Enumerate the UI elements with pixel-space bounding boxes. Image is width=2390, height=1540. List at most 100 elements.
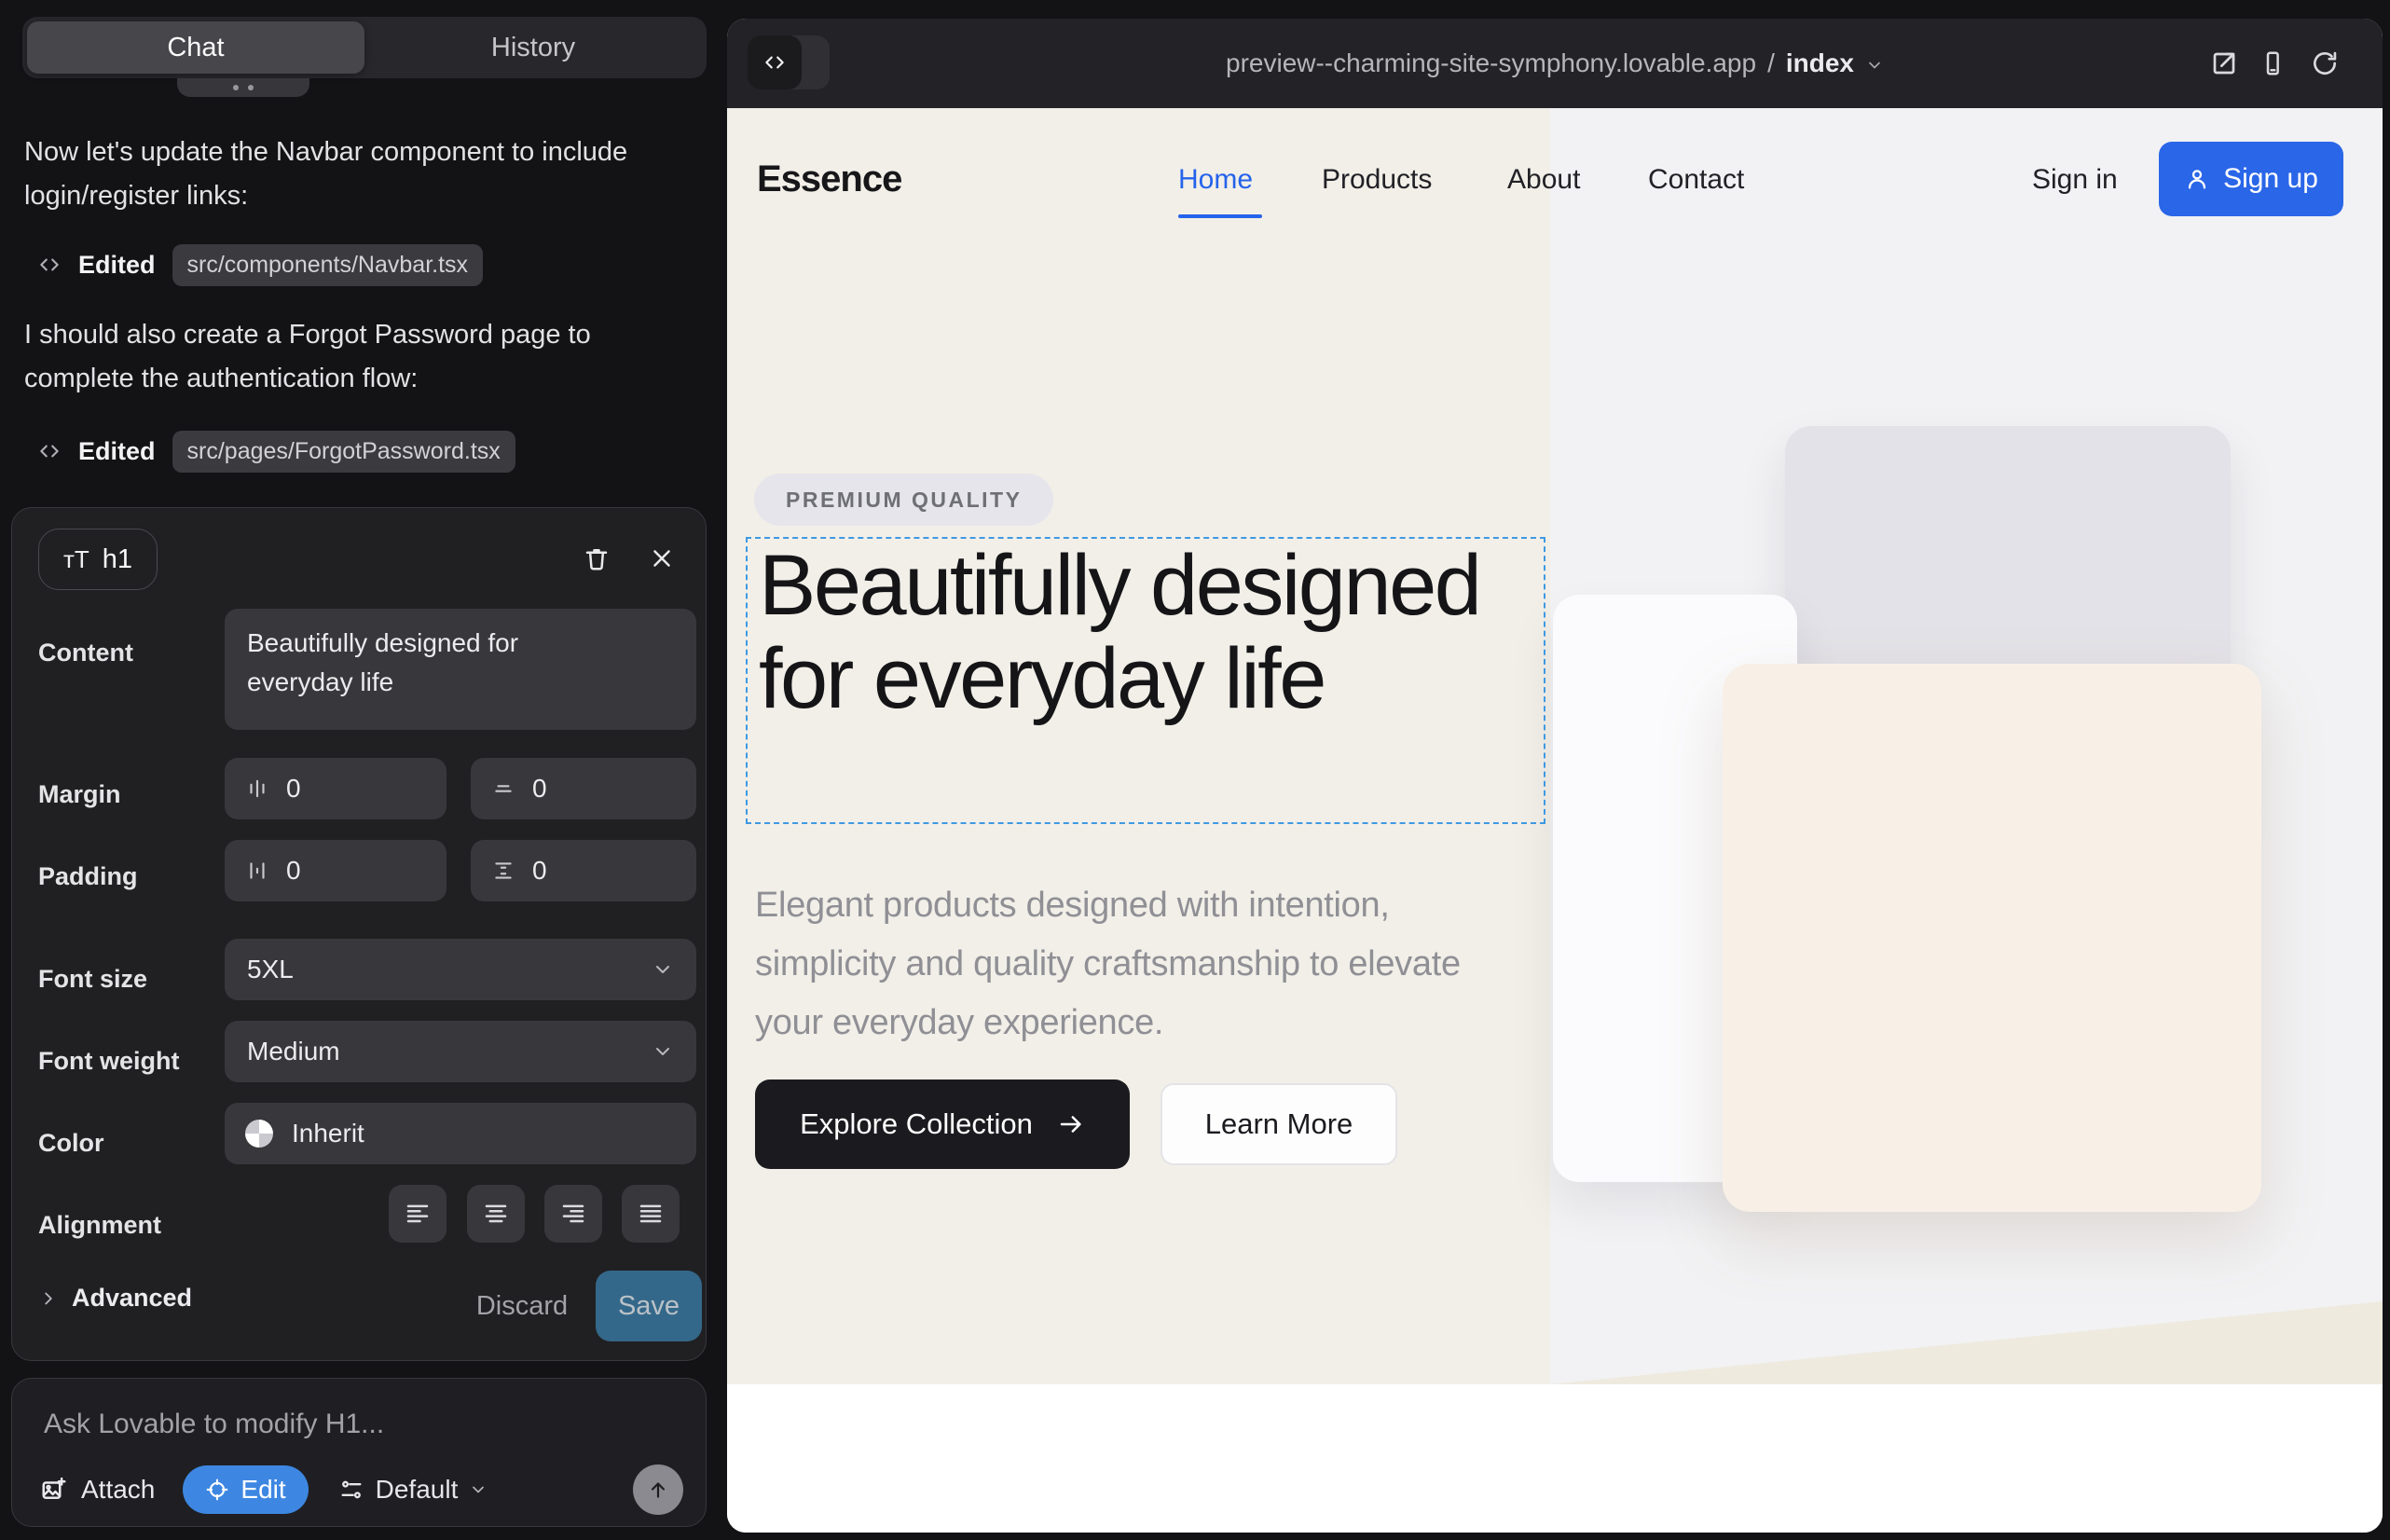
font-size-label: Font size xyxy=(38,965,147,994)
user-icon xyxy=(2184,166,2210,192)
font-weight-value: Medium xyxy=(247,1037,340,1066)
padding-x-input[interactable]: 0 xyxy=(225,840,446,901)
nav-link-contact[interactable]: Contact xyxy=(1648,164,1744,196)
color-value: Inherit xyxy=(292,1119,364,1148)
margin-x-value: 0 xyxy=(286,774,301,804)
url-separator: / xyxy=(1767,48,1775,78)
margin-vertical-icon xyxy=(491,777,515,801)
explore-collection-button[interactable]: Explore Collection xyxy=(755,1079,1130,1169)
sliders-icon xyxy=(338,1477,364,1503)
type-icon: тT xyxy=(63,545,89,574)
hero-heading[interactable]: Beautifully designed for everyday life xyxy=(759,539,1532,725)
alignment-label: Alignment xyxy=(38,1211,161,1240)
external-link-icon xyxy=(2209,48,2239,78)
edit-mode-pill[interactable]: Edit xyxy=(183,1465,308,1514)
nav-link-products[interactable]: Products xyxy=(1322,164,1432,196)
edit-label: Edit xyxy=(240,1475,285,1505)
font-weight-select[interactable]: Medium xyxy=(225,1021,696,1082)
content-label: Content xyxy=(38,639,133,667)
sign-up-label: Sign up xyxy=(2223,163,2318,195)
send-button[interactable] xyxy=(633,1464,683,1515)
arrow-right-icon xyxy=(1057,1110,1085,1138)
delete-element-button[interactable] xyxy=(570,532,623,584)
font-size-value: 5XL xyxy=(247,955,294,984)
site-logo[interactable]: Essence xyxy=(757,158,901,200)
element-tag: h1 xyxy=(103,544,132,575)
url-bar[interactable]: preview--charming-site-symphony.lovable.… xyxy=(727,19,2383,108)
prompt-input[interactable]: Ask Lovable to modify H1... xyxy=(44,1409,384,1440)
model-selector[interactable]: Default xyxy=(338,1475,488,1505)
edited-file-badge[interactable]: src/components/Navbar.tsx xyxy=(172,244,484,286)
align-left-icon xyxy=(404,1200,432,1228)
padding-label: Padding xyxy=(38,862,138,891)
hero-paragraph[interactable]: Elegant products designed with intention… xyxy=(755,876,1510,1052)
sign-in-link[interactable]: Sign in xyxy=(2032,164,2118,196)
scrolled-cropped-pill xyxy=(177,78,309,97)
nav-link-home[interactable]: Home xyxy=(1178,164,1253,196)
advanced-toggle[interactable]: Advanced xyxy=(38,1284,192,1313)
open-in-new-tab-button[interactable] xyxy=(2207,47,2241,80)
color-label: Color xyxy=(38,1129,104,1158)
url-page: index xyxy=(1786,48,1854,78)
edited-file-row[interactable]: Edited src/components/Navbar.tsx xyxy=(37,241,483,289)
padding-horizontal-icon xyxy=(245,859,269,883)
smartphone-icon xyxy=(2259,49,2287,77)
align-center-button[interactable] xyxy=(467,1185,525,1243)
margin-horizontal-icon xyxy=(245,777,269,801)
assistant-message: I should also create a Forgot Password p… xyxy=(24,313,639,401)
align-justify-button[interactable] xyxy=(622,1185,680,1243)
close-panel-button[interactable] xyxy=(636,532,688,584)
padding-vertical-icon xyxy=(491,859,515,883)
learn-more-button[interactable]: Learn More xyxy=(1161,1083,1397,1165)
padding-x-value: 0 xyxy=(286,856,301,886)
app-root: Chat History Now let's update the Navbar… xyxy=(0,0,2390,1540)
composer-toolbar: Attach Edit Default xyxy=(40,1464,683,1515)
align-left-button[interactable] xyxy=(389,1185,446,1243)
align-center-icon xyxy=(482,1200,510,1228)
padding-y-value: 0 xyxy=(532,856,547,886)
chevron-down-icon xyxy=(652,1040,674,1063)
font-weight-label: Font weight xyxy=(38,1047,179,1076)
attach-image-icon xyxy=(40,1476,68,1504)
edited-file-row[interactable]: Edited src/pages/ForgotPassword.tsx xyxy=(37,427,515,475)
font-size-select[interactable]: 5XL xyxy=(225,939,696,1000)
tab-history[interactable]: History xyxy=(364,21,702,74)
discard-button[interactable]: Discard xyxy=(471,1271,573,1341)
close-icon xyxy=(648,544,676,572)
selected-element-tag-pill: тT h1 xyxy=(38,529,158,590)
padding-y-input[interactable]: 0 xyxy=(471,840,696,901)
premium-quality-badge: PREMIUM QUALITY xyxy=(754,474,1053,526)
attach-button[interactable]: Attach xyxy=(40,1475,155,1505)
code-icon xyxy=(37,439,62,463)
active-nav-underline xyxy=(1178,214,1262,218)
code-icon xyxy=(37,253,62,277)
refresh-icon xyxy=(2310,48,2340,78)
chat-history-tab-bar: Chat History xyxy=(22,17,707,78)
mobile-view-button[interactable] xyxy=(2256,47,2289,80)
edited-file-badge[interactable]: src/pages/ForgotPassword.tsx xyxy=(172,431,515,473)
preview-viewport: Essence Home Products About Contact Sign… xyxy=(727,108,2383,1533)
target-icon xyxy=(205,1478,229,1502)
align-right-button[interactable] xyxy=(544,1185,602,1243)
nav-link-about[interactable]: About xyxy=(1507,164,1580,196)
attach-label: Attach xyxy=(81,1475,155,1505)
color-select[interactable]: Inherit xyxy=(225,1103,696,1164)
chevron-down-icon xyxy=(469,1480,488,1499)
refresh-button[interactable] xyxy=(2308,47,2342,80)
edited-label: Edited xyxy=(78,437,156,466)
chat-sidebar: Chat History Now let's update the Navbar… xyxy=(0,0,725,1540)
margin-x-input[interactable]: 0 xyxy=(225,758,446,819)
tab-chat[interactable]: Chat xyxy=(27,21,364,74)
model-label: Default xyxy=(376,1475,459,1505)
margin-label: Margin xyxy=(38,780,121,809)
advanced-label: Advanced xyxy=(72,1284,192,1313)
content-textarea[interactable]: Beautifully designed for everyday life xyxy=(225,609,696,730)
arrow-up-icon xyxy=(646,1478,670,1502)
margin-y-input[interactable]: 0 xyxy=(471,758,696,819)
edited-label: Edited xyxy=(78,251,156,280)
margin-y-value: 0 xyxy=(532,774,547,804)
save-button[interactable]: Save xyxy=(596,1271,702,1341)
sign-up-button[interactable]: Sign up xyxy=(2159,142,2343,216)
explore-label: Explore Collection xyxy=(800,1107,1033,1141)
preview-browser-window: preview--charming-site-symphony.lovable.… xyxy=(727,19,2383,1533)
